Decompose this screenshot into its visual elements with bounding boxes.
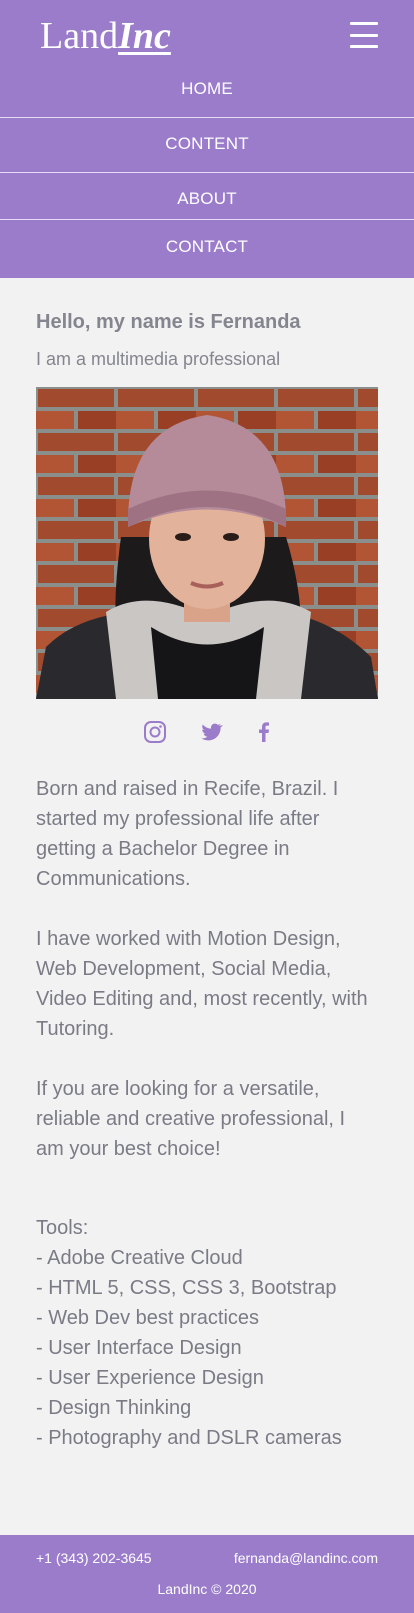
hamburger-menu-icon[interactable] <box>350 22 378 48</box>
twitter-icon[interactable] <box>199 720 223 744</box>
tools-item: - HTML 5, CSS, CSS 3, Bootstrap <box>36 1277 337 1299</box>
nav-item-about[interactable]: ABOUT <box>0 189 414 209</box>
bio-paragraph-1: Born and raised in Recife, Brazil. I sta… <box>36 778 339 890</box>
nav-divider <box>0 117 414 118</box>
tools-title: Tools: <box>36 1217 89 1239</box>
site-footer: +1 (343) 202-3645 fernanda@landinc.com L… <box>0 1535 414 1613</box>
footer-email-link[interactable]: fernanda@landinc.com <box>234 1550 378 1566</box>
page-title: Hello, my name is Fernanda <box>36 311 301 333</box>
instagram-icon[interactable] <box>143 720 167 744</box>
nav-divider <box>0 172 414 173</box>
footer-phone-link[interactable]: +1 (343) 202-3645 <box>36 1550 152 1566</box>
site-header: LandInc HOME CONTENT ABOUT CONTACT <box>0 0 414 278</box>
nav-item-contact[interactable]: CONTACT <box>0 237 414 257</box>
nav-item-content[interactable]: CONTENT <box>0 134 414 154</box>
tools-item: - User Interface Design <box>36 1337 242 1359</box>
bio-paragraph-2: I have worked with Motion Design, Web De… <box>36 928 368 1040</box>
nav-item-home[interactable]: HOME <box>0 79 414 99</box>
bio-paragraph-3: If you are looking for a versatile, reli… <box>36 1078 346 1160</box>
tools-item: - User Experience Design <box>36 1367 264 1389</box>
logo-inc-text: Inc <box>118 15 171 57</box>
footer-copyright: LandInc © 2020 <box>157 1581 257 1597</box>
logo-land-text: Land <box>40 15 119 57</box>
tools-item: - Photography and DSLR cameras <box>36 1427 342 1449</box>
profile-photo <box>36 387 378 699</box>
site-logo[interactable]: LandInc <box>40 14 171 58</box>
tools-item: - Design Thinking <box>36 1397 192 1419</box>
nav-divider <box>0 219 414 220</box>
tools-item: - Web Dev best practices <box>36 1307 260 1329</box>
tools-item: - Adobe Creative Cloud <box>36 1247 243 1269</box>
facebook-icon[interactable] <box>252 720 276 744</box>
tools-list: Tools: - Adobe Creative Cloud - HTML 5, … <box>36 1213 342 1453</box>
social-links <box>0 720 414 746</box>
page-subtitle: I am a multimedia professional <box>36 349 281 369</box>
